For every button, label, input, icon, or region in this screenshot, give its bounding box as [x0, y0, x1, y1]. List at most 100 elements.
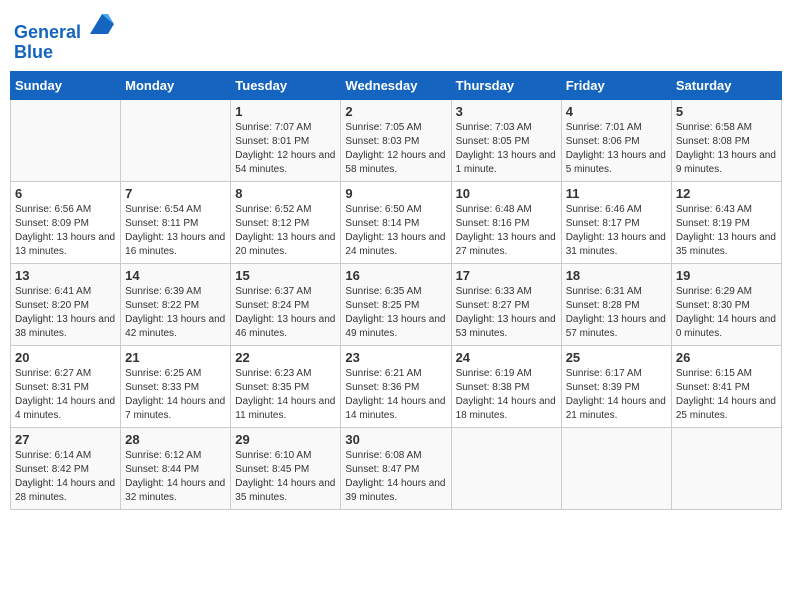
- day-number: 4: [566, 104, 667, 119]
- calendar-cell: 30Sunrise: 6:08 AM Sunset: 8:47 PM Dayli…: [341, 427, 451, 509]
- day-number: 23: [345, 350, 446, 365]
- day-info: Sunrise: 6:52 AM Sunset: 8:12 PM Dayligh…: [235, 203, 336, 259]
- day-info: Sunrise: 6:15 AM Sunset: 8:41 PM Dayligh…: [676, 367, 777, 423]
- day-number: 17: [456, 268, 557, 283]
- day-number: 13: [15, 268, 116, 283]
- day-info: Sunrise: 6:35 AM Sunset: 8:25 PM Dayligh…: [345, 285, 446, 341]
- day-info: Sunrise: 7:07 AM Sunset: 8:01 PM Dayligh…: [235, 121, 336, 177]
- day-info: Sunrise: 7:01 AM Sunset: 8:06 PM Dayligh…: [566, 121, 667, 177]
- weekday-header: Saturday: [671, 71, 781, 99]
- day-number: 21: [125, 350, 226, 365]
- day-number: 16: [345, 268, 446, 283]
- day-info: Sunrise: 6:21 AM Sunset: 8:36 PM Dayligh…: [345, 367, 446, 423]
- day-info: Sunrise: 6:10 AM Sunset: 8:45 PM Dayligh…: [235, 449, 336, 505]
- calendar-cell: 15 Sunrise: 6:37 AM Sunset: 8:24 PM Dayli…: [231, 263, 341, 345]
- day-info: Sunrise: 6:12 AM Sunset: 8:44 PM Dayligh…: [125, 449, 226, 505]
- day-number: 22: [235, 350, 336, 365]
- calendar-cell: 9 Sunrise: 6:50 AM Sunset: 8:14 PM Daylig…: [341, 181, 451, 263]
- calendar-cell: 18 Sunrise: 6:31 AM Sunset: 8:28 PM Dayli…: [561, 263, 671, 345]
- day-number: 3: [456, 104, 557, 119]
- calendar-cell: 6 Sunrise: 6:56 AM Sunset: 8:09 PM Daylig…: [11, 181, 121, 263]
- day-number: 24: [456, 350, 557, 365]
- day-info: Sunrise: 6:43 AM Sunset: 8:19 PM Dayligh…: [676, 203, 777, 259]
- day-number: 18: [566, 268, 667, 283]
- calendar-week-row: 13 Sunrise: 6:41 AM Sunset: 8:20 PM Dayli…: [11, 263, 782, 345]
- calendar-week-row: 1Sunrise: 7:07 AM Sunset: 8:01 PM Daylig…: [11, 99, 782, 181]
- calendar-cell: 28 Sunrise: 6:12 AM Sunset: 8:44 PM Dayli…: [121, 427, 231, 509]
- day-number: 9: [345, 186, 446, 201]
- day-info: Sunrise: 6:46 AM Sunset: 8:17 PM Dayligh…: [566, 203, 667, 259]
- calendar-week-row: 6 Sunrise: 6:56 AM Sunset: 8:09 PM Daylig…: [11, 181, 782, 263]
- day-number: 5: [676, 104, 777, 119]
- day-number: 6: [15, 186, 116, 201]
- day-number: 12: [676, 186, 777, 201]
- logo-general: General: [14, 22, 81, 42]
- calendar-cell: 2 Sunrise: 7:05 AM Sunset: 8:03 PM Daylig…: [341, 99, 451, 181]
- calendar-cell: 23 Sunrise: 6:21 AM Sunset: 8:36 PM Dayli…: [341, 345, 451, 427]
- day-info: Sunrise: 6:29 AM Sunset: 8:30 PM Dayligh…: [676, 285, 777, 341]
- calendar-cell: [121, 99, 231, 181]
- day-number: 11: [566, 186, 667, 201]
- calendar-week-row: 27 Sunrise: 6:14 AM Sunset: 8:42 PM Dayli…: [11, 427, 782, 509]
- calendar-cell: [451, 427, 561, 509]
- day-info: Sunrise: 6:50 AM Sunset: 8:14 PM Dayligh…: [345, 203, 446, 259]
- day-info: Sunrise: 6:23 AM Sunset: 8:35 PM Dayligh…: [235, 367, 336, 423]
- day-number: 2: [345, 104, 446, 119]
- day-number: 30: [345, 432, 446, 447]
- calendar-cell: 5 Sunrise: 6:58 AM Sunset: 8:08 PM Daylig…: [671, 99, 781, 181]
- day-number: 27: [15, 432, 116, 447]
- day-info: Sunrise: 6:33 AM Sunset: 8:27 PM Dayligh…: [456, 285, 557, 341]
- calendar-cell: 3 Sunrise: 7:03 AM Sunset: 8:05 PM Daylig…: [451, 99, 561, 181]
- day-info: Sunrise: 6:58 AM Sunset: 8:08 PM Dayligh…: [676, 121, 777, 177]
- calendar-cell: [671, 427, 781, 509]
- calendar-cell: 11 Sunrise: 6:46 AM Sunset: 8:17 PM Dayli…: [561, 181, 671, 263]
- weekday-header-row: SundayMondayTuesdayWednesdayThursdayFrid…: [11, 71, 782, 99]
- page-header: General Blue: [10, 10, 782, 63]
- calendar-cell: 27 Sunrise: 6:14 AM Sunset: 8:42 PM Dayli…: [11, 427, 121, 509]
- calendar-cell: 10 Sunrise: 6:48 AM Sunset: 8:16 PM Dayli…: [451, 181, 561, 263]
- day-info: Sunrise: 7:03 AM Sunset: 8:05 PM Dayligh…: [456, 121, 557, 177]
- calendar-cell: 22 Sunrise: 6:23 AM Sunset: 8:35 PM Dayli…: [231, 345, 341, 427]
- day-number: 29: [235, 432, 336, 447]
- logo-icon: [88, 10, 116, 38]
- calendar-cell: 14Sunrise: 6:39 AM Sunset: 8:22 PM Dayli…: [121, 263, 231, 345]
- weekday-header: Sunday: [11, 71, 121, 99]
- day-number: 26: [676, 350, 777, 365]
- day-number: 28: [125, 432, 226, 447]
- calendar-cell: 24 Sunrise: 6:19 AM Sunset: 8:38 PM Dayli…: [451, 345, 561, 427]
- day-info: Sunrise: 6:17 AM Sunset: 8:39 PM Dayligh…: [566, 367, 667, 423]
- day-number: 15: [235, 268, 336, 283]
- logo: General Blue: [14, 10, 116, 63]
- calendar-cell: 20 Sunrise: 6:27 AM Sunset: 8:31 PM Dayli…: [11, 345, 121, 427]
- calendar-cell: 25 Sunrise: 6:17 AM Sunset: 8:39 PM Dayli…: [561, 345, 671, 427]
- day-info: Sunrise: 6:56 AM Sunset: 8:09 PM Dayligh…: [15, 203, 116, 259]
- day-number: 7: [125, 186, 226, 201]
- day-number: 25: [566, 350, 667, 365]
- calendar-cell: 4 Sunrise: 7:01 AM Sunset: 8:06 PM Daylig…: [561, 99, 671, 181]
- calendar-cell: 7 Sunrise: 6:54 AM Sunset: 8:11 PM Daylig…: [121, 181, 231, 263]
- day-info: Sunrise: 6:19 AM Sunset: 8:38 PM Dayligh…: [456, 367, 557, 423]
- day-info: Sunrise: 6:25 AM Sunset: 8:33 PM Dayligh…: [125, 367, 226, 423]
- day-number: 10: [456, 186, 557, 201]
- day-info: Sunrise: 6:54 AM Sunset: 8:11 PM Dayligh…: [125, 203, 226, 259]
- calendar-cell: 26 Sunrise: 6:15 AM Sunset: 8:41 PM Dayli…: [671, 345, 781, 427]
- day-info: Sunrise: 6:37 AM Sunset: 8:24 PM Dayligh…: [235, 285, 336, 341]
- day-info: Sunrise: 6:27 AM Sunset: 8:31 PM Dayligh…: [15, 367, 116, 423]
- calendar-table: SundayMondayTuesdayWednesdayThursdayFrid…: [10, 71, 782, 510]
- weekday-header: Monday: [121, 71, 231, 99]
- calendar-cell: 19Sunrise: 6:29 AM Sunset: 8:30 PM Dayli…: [671, 263, 781, 345]
- weekday-header: Tuesday: [231, 71, 341, 99]
- day-number: 8: [235, 186, 336, 201]
- day-info: Sunrise: 6:41 AM Sunset: 8:20 PM Dayligh…: [15, 285, 116, 341]
- calendar-cell: 13 Sunrise: 6:41 AM Sunset: 8:20 PM Dayli…: [11, 263, 121, 345]
- calendar-cell: 8 Sunrise: 6:52 AM Sunset: 8:12 PM Daylig…: [231, 181, 341, 263]
- day-info: Sunrise: 6:31 AM Sunset: 8:28 PM Dayligh…: [566, 285, 667, 341]
- day-info: Sunrise: 6:48 AM Sunset: 8:16 PM Dayligh…: [456, 203, 557, 259]
- calendar-cell: 12 Sunrise: 6:43 AM Sunset: 8:19 PM Dayli…: [671, 181, 781, 263]
- day-number: 20: [15, 350, 116, 365]
- day-info: Sunrise: 7:05 AM Sunset: 8:03 PM Dayligh…: [345, 121, 446, 177]
- day-info: Sunrise: 6:39 AM Sunset: 8:22 PM Dayligh…: [125, 285, 226, 341]
- calendar-cell: 1Sunrise: 7:07 AM Sunset: 8:01 PM Daylig…: [231, 99, 341, 181]
- day-info: Sunrise: 6:14 AM Sunset: 8:42 PM Dayligh…: [15, 449, 116, 505]
- calendar-week-row: 20 Sunrise: 6:27 AM Sunset: 8:31 PM Dayli…: [11, 345, 782, 427]
